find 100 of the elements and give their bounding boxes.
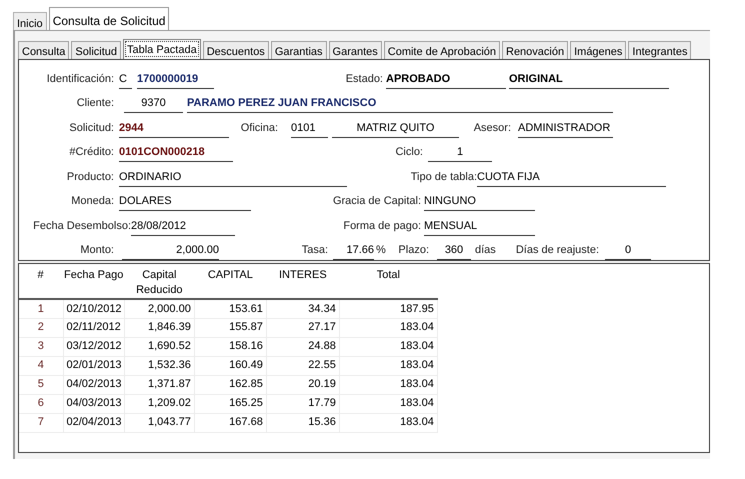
- table-cell: 22.55: [266, 356, 340, 375]
- table-cell: 1,690.52: [124, 337, 194, 356]
- tab[interactable]: Inicio: [13, 12, 47, 30]
- field-value: 1700000019: [137, 72, 214, 88]
- table-cell: 6: [19, 394, 63, 413]
- table-cell: 1,371.87: [124, 375, 194, 394]
- table-cell: 183.04: [339, 375, 438, 394]
- field-value: 2,000.00: [122, 243, 219, 260]
- field-value: 28/08/2012: [131, 218, 235, 236]
- column-header: Fecha Pago: [63, 268, 124, 299]
- table-cell: 34.34: [266, 299, 340, 318]
- unit-label: %: [376, 243, 387, 258]
- field-label: Tipo de tabla:: [410, 170, 477, 184]
- table-cell: 155.87: [194, 318, 266, 337]
- table-cell: 187.95: [339, 299, 438, 318]
- field-value: 1: [428, 145, 492, 162]
- table-cell: 2: [19, 318, 63, 337]
- table-cell: 27.17: [266, 318, 340, 337]
- table-cell: 183.04: [339, 356, 438, 375]
- field-value: 0: [605, 243, 651, 260]
- field-label: Oficina:: [240, 120, 278, 136]
- field-value: 0101: [291, 120, 328, 138]
- table-cell: 183.04: [339, 413, 438, 432]
- table-cell: 162.85: [194, 375, 266, 394]
- tab[interactable]: Comite de Aprobación: [384, 41, 500, 59]
- table-cell: 03/12/2012: [63, 337, 124, 356]
- field-label: Fecha Desembolso:: [32, 218, 131, 234]
- table-cell: 165.25: [194, 394, 266, 413]
- table-cell: 4: [19, 356, 63, 375]
- field-value: CUOTA FIJA: [477, 170, 666, 186]
- field-label: Moneda:: [70, 194, 114, 209]
- field-label: Solicitud:: [68, 120, 114, 136]
- status-value: ORIGINAL: [509, 72, 669, 88]
- table-cell: 04/02/2013: [63, 375, 124, 394]
- field-value: C: [119, 72, 132, 88]
- field-label: Tasa:: [300, 243, 328, 258]
- field-value: NINGUNO: [424, 194, 535, 211]
- table-cell: 183.04: [339, 394, 438, 413]
- table-cell: 02/04/2013: [63, 413, 124, 432]
- field-value: DOLARES: [119, 194, 251, 211]
- field-label: Cliente:: [76, 96, 114, 111]
- tab[interactable]: Consulta: [18, 41, 70, 59]
- field-value: 360: [437, 243, 471, 260]
- field-label: Días de reajuste:: [514, 243, 599, 258]
- table-cell: 1,209.02: [124, 394, 194, 413]
- table-cell: 153.61: [194, 299, 266, 318]
- table-cell: 02/01/2013: [63, 356, 124, 375]
- tab[interactable]: Garantias: [270, 41, 327, 59]
- table-cell: 7: [19, 413, 63, 432]
- field-value: MENSUAL: [424, 218, 535, 236]
- column-header: Total: [339, 268, 438, 299]
- table-cell: 2,000.00: [124, 299, 194, 318]
- table-cell: 160.49: [194, 356, 266, 375]
- field-label: Gracia de Capital:: [332, 194, 421, 209]
- field-label: Plazo:: [397, 243, 429, 258]
- table-cell: 1: [19, 299, 63, 318]
- table-cell: 183.04: [339, 337, 438, 356]
- table-cell: 1,043.77: [124, 413, 194, 432]
- field-label: Monto:: [79, 243, 114, 258]
- status-value: APROBADO: [386, 72, 506, 88]
- table-cell: 24.88: [266, 337, 340, 356]
- tab[interactable]: Renovación: [502, 41, 568, 59]
- field-label: #Crédito:: [68, 145, 114, 160]
- table-cell: 5: [19, 375, 63, 394]
- table-cell: 15.36: [266, 413, 340, 432]
- column-header: Capital Reducido: [124, 268, 194, 299]
- field-label: Ciclo:: [394, 145, 423, 160]
- table-cell: 158.16: [194, 337, 266, 356]
- column-header: CAPITAL: [194, 268, 266, 299]
- field-value: PARAMO PEREZ JUAN FRANCISCO: [187, 96, 613, 113]
- field-value: 2944: [119, 120, 229, 138]
- field-label: Estado:: [344, 72, 383, 86]
- table-cell: 17.79: [266, 394, 340, 413]
- tab[interactable]: Descuentos: [202, 41, 269, 59]
- field-label: Identificación:: [46, 72, 114, 86]
- field-value: 0101CON000218: [119, 145, 233, 162]
- field-value: ADMINISTRADOR: [518, 120, 613, 138]
- field-label: Producto:: [66, 170, 114, 184]
- column-header: INTERES: [266, 268, 340, 299]
- field-label: Forma de pago:: [342, 218, 421, 234]
- field-value: MATRIZ QUITO: [332, 120, 459, 138]
- tab[interactable]: Imágenes: [570, 41, 626, 59]
- tab[interactable]: Consulta de Solicitud: [48, 7, 170, 30]
- field-value: ORDINARIO: [119, 170, 347, 186]
- unit-label: días: [475, 243, 497, 258]
- table-cell: 04/03/2013: [63, 394, 124, 413]
- table-cell: 02/11/2012: [63, 318, 124, 337]
- table-cell: 02/10/2012: [63, 299, 124, 318]
- field-label: Asesor:: [472, 120, 511, 136]
- tab[interactable]: Garantes: [328, 41, 382, 59]
- field-value: 9370: [124, 96, 183, 113]
- tab[interactable]: Integrantes: [628, 41, 692, 59]
- table-cell: 183.04: [339, 318, 438, 337]
- table-cell: 167.68: [194, 413, 266, 432]
- column-header: #: [19, 268, 63, 299]
- table-cell: 1,532.36: [124, 356, 194, 375]
- tab[interactable]: Tabla Pactada: [123, 39, 201, 59]
- field-value: 17.66: [333, 243, 374, 260]
- table-cell: 1,846.39: [124, 318, 194, 337]
- tab[interactable]: Solicitud: [71, 41, 121, 59]
